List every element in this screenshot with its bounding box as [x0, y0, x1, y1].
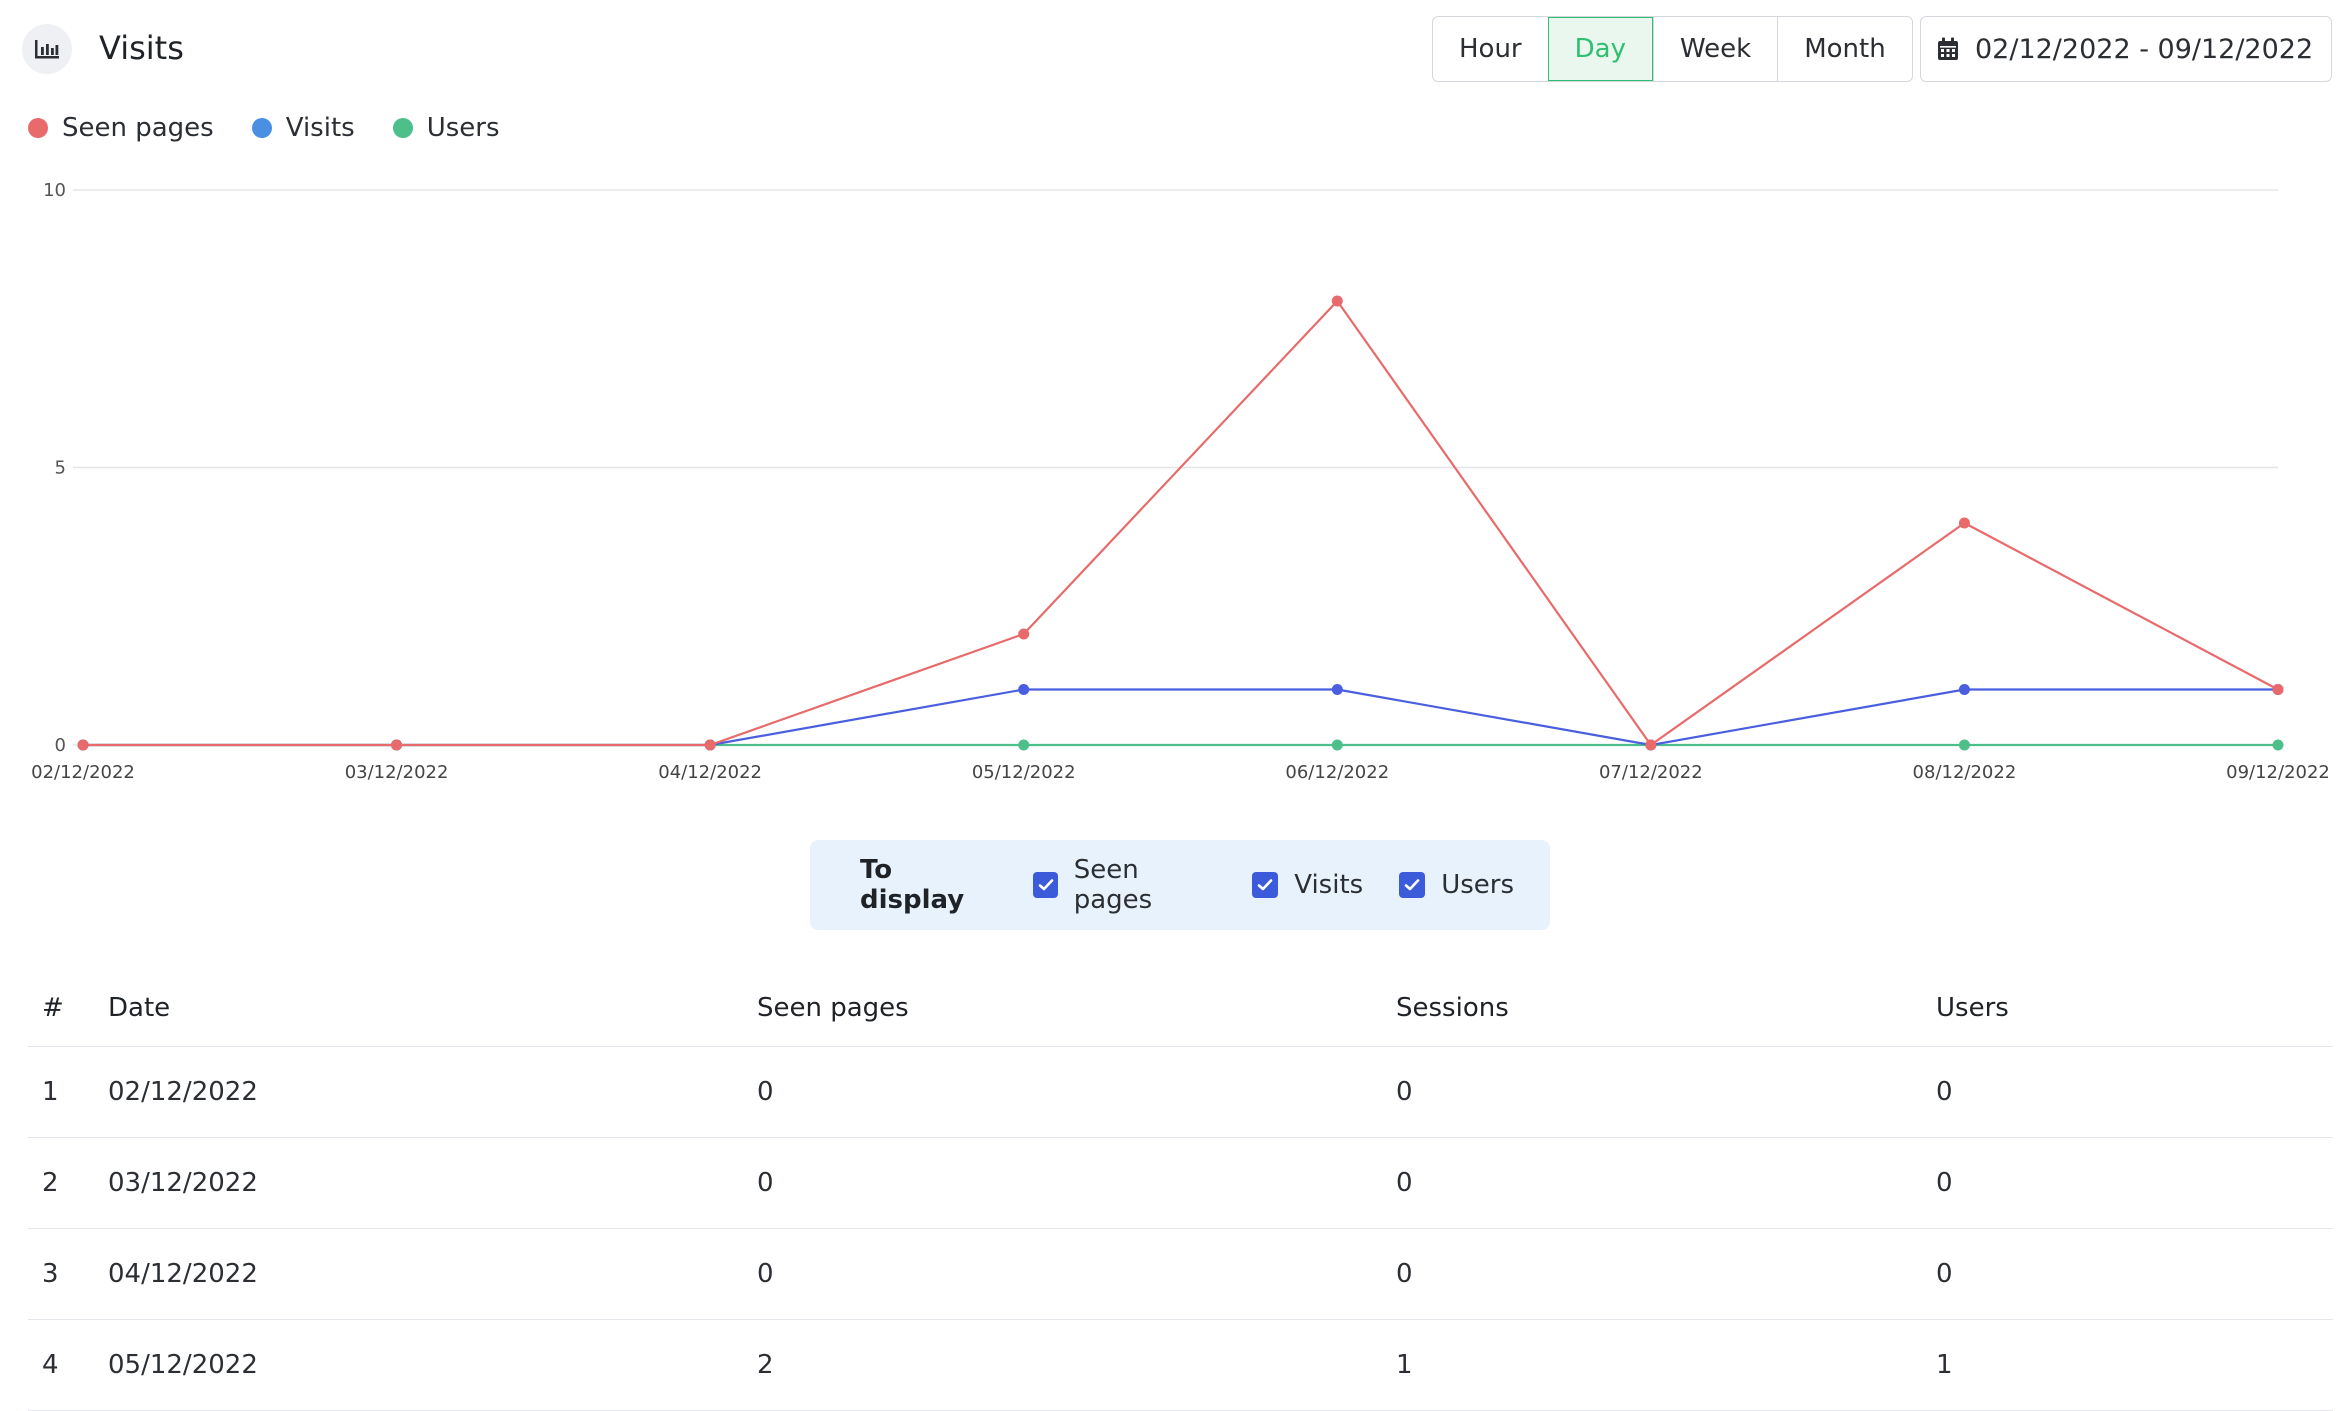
column-header-users: Users — [1922, 970, 2333, 1047]
legend-dot — [28, 118, 48, 138]
cell-date: 05/12/2022 — [94, 1319, 743, 1411]
data-point-seen-pages — [2272, 684, 2284, 695]
data-point-users — [2272, 739, 2284, 751]
date-range-value: 02/12/2022 - 09/12/2022 — [1975, 33, 2314, 65]
cell-sessions: 1 — [1382, 1319, 1922, 1411]
column-header-index: # — [28, 970, 94, 1047]
cell-date: 02/12/2022 — [94, 1046, 743, 1138]
x-tick-label: 08/12/2022 — [1913, 762, 2017, 783]
data-point-visits — [1018, 684, 1030, 695]
x-tick-label: 07/12/2022 — [1599, 762, 1703, 783]
display-options-panel: To display Seen pages Visits Users — [810, 840, 1550, 930]
column-header-seen-pages: Seen pages — [743, 970, 1382, 1047]
data-point-seen-pages — [1018, 628, 1030, 640]
period-selector: Hour Day Week Month — [1432, 16, 1913, 82]
column-header-sessions: Sessions — [1382, 970, 1922, 1047]
series-line-visits — [83, 688, 2278, 747]
cell-users: 0 — [1922, 1046, 2333, 1138]
checkbox-checked-icon[interactable] — [1033, 872, 1058, 898]
visits-table: # Date Seen pages Sessions Users 1 02/12… — [28, 970, 2333, 1411]
cell-date: 04/12/2022 — [94, 1228, 743, 1320]
table-row: 4 05/12/2022 2 1 1 — [28, 1319, 2333, 1411]
data-point-seen-pages — [1331, 295, 1343, 307]
data-point-seen-pages — [77, 739, 89, 751]
cell-users: 1 — [1922, 1319, 2333, 1411]
data-point-users — [1331, 739, 1343, 751]
checkbox-label: Users — [1441, 870, 1514, 900]
cell-seen-pages: 0 — [743, 1228, 1382, 1320]
cell-date: 03/12/2022 — [94, 1137, 743, 1229]
data-point-seen-pages — [1645, 739, 1657, 751]
cell-index: 1 — [28, 1046, 94, 1138]
x-tick-label: 06/12/2022 — [1285, 762, 1389, 783]
x-tick-label: 09/12/2022 — [2226, 762, 2330, 783]
legend-label: Visits — [285, 113, 355, 143]
checkbox-checked-icon[interactable] — [1399, 872, 1426, 898]
legend-label: Users — [426, 113, 500, 143]
x-tick-label: 05/12/2022 — [972, 762, 1076, 783]
display-option-seen-pages[interactable]: Seen pages — [1033, 855, 1216, 915]
cell-seen-pages: 0 — [743, 1046, 1382, 1138]
cell-users: 0 — [1922, 1228, 2333, 1320]
data-point-users — [1018, 739, 1030, 751]
period-week-button[interactable]: Week — [1652, 17, 1777, 81]
display-label: To display — [860, 855, 965, 915]
page-title: Visits — [99, 29, 184, 67]
y-tick-label: 0 — [55, 735, 66, 756]
column-header-date: Date — [94, 970, 743, 1047]
table-row: 1 02/12/2022 0 0 0 — [28, 1046, 2333, 1138]
table-header-row: # Date Seen pages Sessions Users — [28, 970, 2333, 1047]
period-day-button[interactable]: Day — [1547, 17, 1653, 81]
checkbox-label: Visits — [1294, 870, 1364, 900]
y-tick-label: 10 — [43, 180, 66, 201]
data-point-users — [1958, 739, 1970, 751]
line-chart: 0 5 10 02/12/2022 03/12/2022 04/12/2022 05/12/… — [31, 180, 2330, 783]
data-point-seen-pages — [391, 739, 403, 751]
cell-index: 4 — [28, 1319, 94, 1411]
bar-chart-icon — [22, 24, 72, 74]
display-option-visits[interactable]: Visits — [1252, 870, 1363, 900]
series-line-seen-pages — [83, 299, 2279, 747]
chart-legend: Seen pages Visits Users — [28, 108, 538, 148]
header: Visits Hour Day Week Month 02/12/2022 - … — [0, 0, 2350, 100]
legend-item-seen-pages[interactable]: Seen pages — [28, 113, 214, 143]
period-month-button[interactable]: Month — [1777, 17, 1912, 81]
cell-seen-pages: 2 — [743, 1319, 1382, 1411]
cell-users: 0 — [1922, 1137, 2333, 1229]
y-tick-label: 5 — [55, 458, 66, 479]
checkbox-checked-icon[interactable] — [1252, 872, 1279, 898]
table-row: 2 03/12/2022 0 0 0 — [28, 1137, 2333, 1229]
legend-dot — [251, 118, 272, 138]
calendar-icon — [1938, 37, 1958, 60]
x-tick-label: 04/12/2022 — [658, 762, 762, 783]
table-row: 3 04/12/2022 0 0 0 — [28, 1228, 2333, 1320]
legend-dot — [392, 118, 413, 138]
x-tick-label: 03/12/2022 — [345, 762, 449, 783]
legend-item-users[interactable]: Users — [392, 113, 500, 143]
data-point-seen-pages — [1958, 517, 1970, 529]
checkbox-label: Seen pages — [1073, 855, 1153, 915]
date-range-picker[interactable]: 02/12/2022 - 09/12/2022 — [1920, 16, 2332, 82]
cell-index: 2 — [28, 1137, 94, 1229]
data-point-visits — [1958, 684, 1970, 695]
cell-sessions: 0 — [1382, 1137, 1922, 1229]
cell-index: 3 — [28, 1228, 94, 1320]
data-point-seen-pages — [704, 739, 716, 751]
display-option-users[interactable]: Users — [1399, 870, 1514, 900]
data-point-visits — [1331, 684, 1343, 695]
cell-sessions: 0 — [1382, 1046, 1922, 1138]
legend-label: Seen pages — [62, 113, 214, 143]
legend-item-visits[interactable]: Visits — [251, 113, 355, 143]
period-hour-button[interactable]: Hour — [1433, 17, 1548, 81]
cell-seen-pages: 0 — [743, 1137, 1382, 1229]
cell-sessions: 0 — [1382, 1228, 1922, 1320]
x-tick-label: 02/12/2022 — [31, 762, 135, 783]
